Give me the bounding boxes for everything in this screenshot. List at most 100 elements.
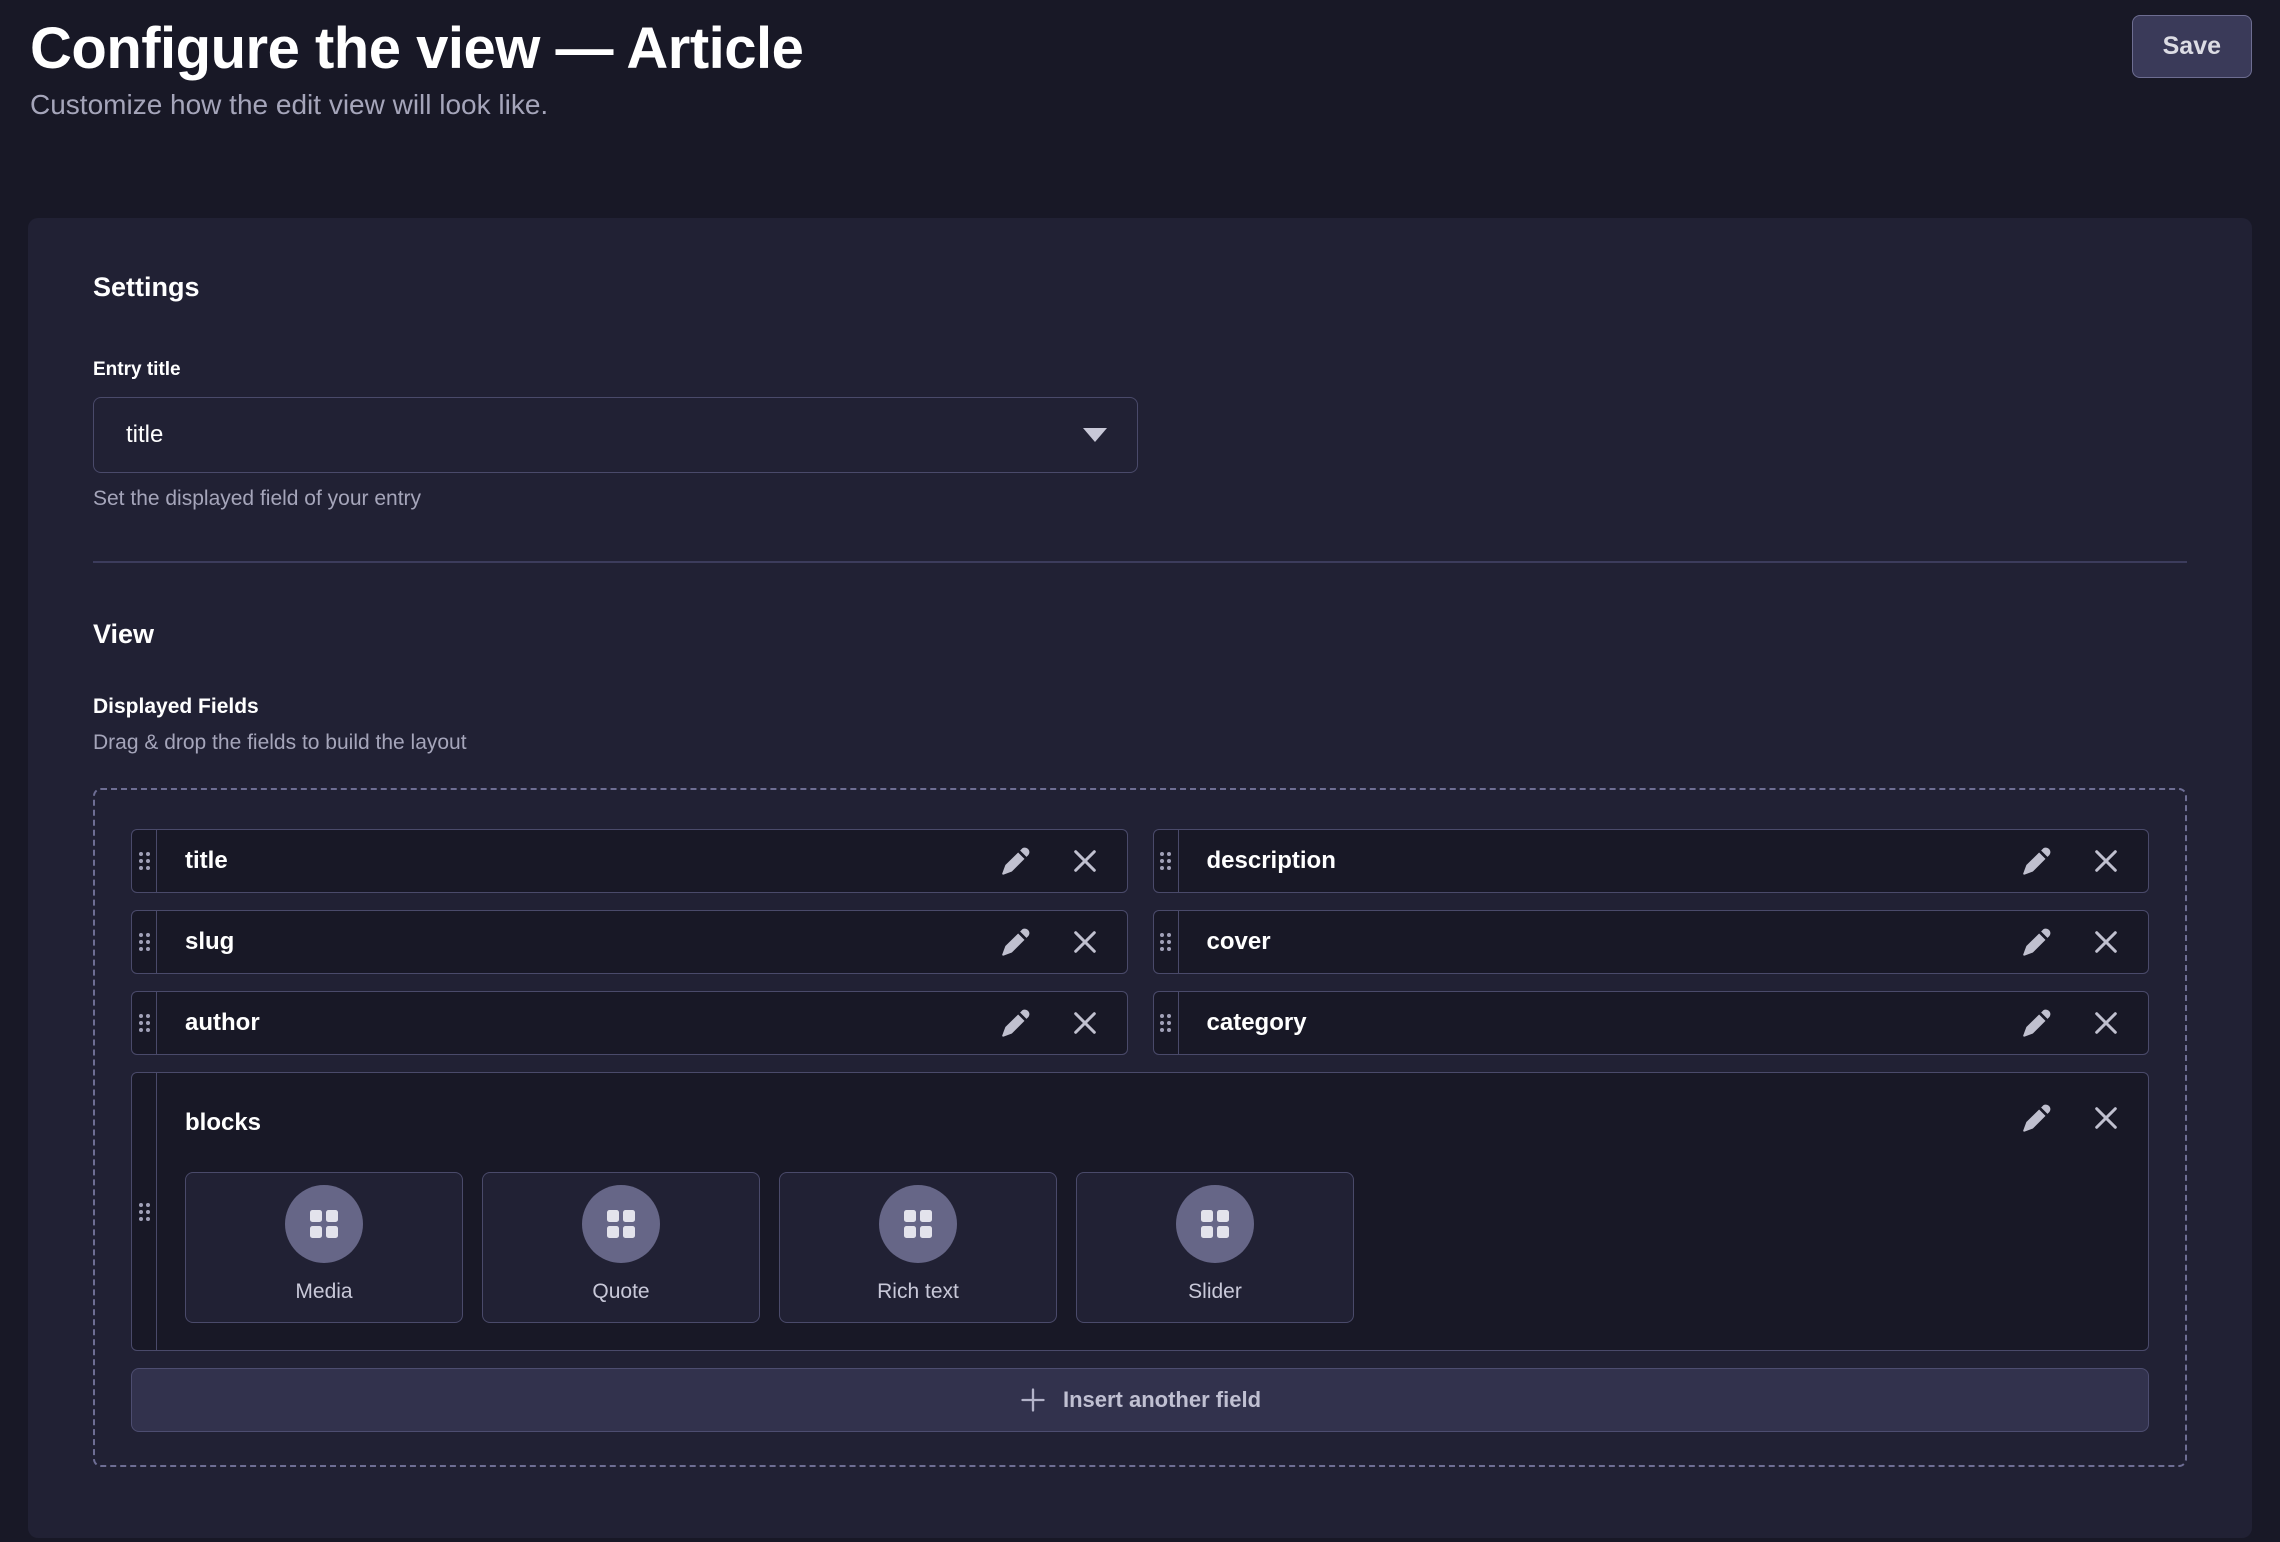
insert-another-field-button[interactable]: Insert another field [131, 1368, 2149, 1432]
drag-handle[interactable] [1154, 911, 1179, 973]
fields-grid: title [131, 829, 2149, 1055]
component-label: Media [295, 1280, 352, 1304]
component-label: Rich text [877, 1280, 959, 1304]
component-card: Slider [1076, 1172, 1354, 1323]
pencil-icon [999, 925, 1033, 959]
field-actions [2016, 992, 2148, 1054]
drag-handle-dots-icon [1158, 931, 1173, 953]
pencil-icon [999, 844, 1033, 878]
component-label: Slider [1188, 1280, 1242, 1304]
field-row: title [131, 829, 1128, 893]
close-icon [1069, 926, 1101, 958]
close-icon [2090, 926, 2122, 958]
drag-handle[interactable] [132, 830, 157, 892]
fields-dropzone: title [93, 788, 2187, 1467]
view-heading: View [93, 619, 2187, 650]
remove-field-button[interactable] [1065, 922, 1105, 962]
field-row: cover [1153, 910, 2150, 974]
drag-handle-dots-icon [137, 1201, 152, 1223]
edit-field-button[interactable] [995, 921, 1037, 963]
field-row: category [1153, 991, 2150, 1055]
close-icon [2090, 1102, 2122, 1134]
blocks-content: blocks [157, 1073, 2148, 1350]
field-name: author [157, 992, 995, 1054]
page-title: Configure the view — Article [30, 14, 2252, 85]
field-actions [2016, 911, 2148, 973]
settings-heading: Settings [93, 272, 2187, 303]
pencil-icon [2020, 925, 2054, 959]
blocks-grid: blocks [131, 1072, 2149, 1351]
entry-title-select-value: title [126, 421, 163, 449]
drag-handle-dots-icon [137, 850, 152, 872]
pencil-icon [2020, 1006, 2054, 1040]
remove-field-button[interactable] [2086, 841, 2126, 881]
field-name: category [1179, 992, 2017, 1054]
field-row: description [1153, 829, 2150, 893]
drag-handle[interactable] [132, 992, 157, 1054]
remove-field-button[interactable] [2086, 922, 2126, 962]
configure-view-card: Settings Entry title title Set the displ… [28, 218, 2252, 1538]
remove-field-button[interactable] [1065, 841, 1105, 881]
page-subtitle: Customize how the edit view will look li… [30, 89, 2252, 121]
field-name: description [1179, 830, 2017, 892]
field-name: slug [157, 911, 995, 973]
component-icon-badge [879, 1185, 957, 1263]
component-icon-badge [582, 1185, 660, 1263]
components-row: Media [185, 1172, 2126, 1323]
pencil-icon [999, 1006, 1033, 1040]
entry-title-hint: Set the displayed field of your entry [93, 487, 2187, 511]
component-icon-badge [285, 1185, 363, 1263]
drag-handle-dots-icon [1158, 1012, 1173, 1034]
close-icon [1069, 1007, 1101, 1039]
save-button[interactable]: Save [2132, 15, 2252, 78]
grid-icon [1199, 1208, 1231, 1240]
drag-handle-dots-icon [137, 931, 152, 953]
edit-field-button[interactable] [995, 840, 1037, 882]
field-actions [995, 992, 1127, 1054]
grid-icon [902, 1208, 934, 1240]
edit-field-button[interactable] [2016, 840, 2058, 882]
drag-handle[interactable] [1154, 992, 1179, 1054]
component-label: Quote [592, 1280, 649, 1304]
field-row: author [131, 991, 1128, 1055]
remove-field-button[interactable] [2086, 1098, 2126, 1138]
field-actions [995, 911, 1127, 973]
close-icon [2090, 845, 2122, 877]
field-actions [2016, 1097, 2126, 1139]
component-card: Media [185, 1172, 463, 1323]
drag-handle[interactable] [132, 911, 157, 973]
edit-field-button[interactable] [2016, 1097, 2058, 1139]
entry-title-select[interactable]: title [93, 397, 1138, 473]
entry-title-label: Entry title [93, 359, 2187, 381]
field-row: slug [131, 910, 1128, 974]
edit-field-button[interactable] [2016, 1002, 2058, 1044]
grid-icon [308, 1208, 340, 1240]
component-card: Rich text [779, 1172, 1057, 1323]
plus-icon [1019, 1386, 1047, 1414]
field-actions [2016, 830, 2148, 892]
insert-another-field-label: Insert another field [1063, 1387, 1261, 1413]
component-card: Quote [482, 1172, 760, 1323]
field-actions [995, 830, 1127, 892]
grid-icon [605, 1208, 637, 1240]
drag-handle-dots-icon [1158, 850, 1173, 872]
remove-field-button[interactable] [2086, 1003, 2126, 1043]
drag-handle-dots-icon [137, 1012, 152, 1034]
displayed-fields-label: Displayed Fields [93, 695, 2187, 719]
component-icon-badge [1176, 1185, 1254, 1263]
close-icon [1069, 845, 1101, 877]
section-divider [93, 561, 2187, 563]
blocks-field-row: blocks [131, 1072, 2149, 1351]
pencil-icon [2020, 844, 2054, 878]
drag-handle[interactable] [1154, 830, 1179, 892]
drag-handle[interactable] [132, 1073, 157, 1350]
field-name: title [157, 830, 995, 892]
page-header: Configure the view — Article Customize h… [0, 0, 2280, 190]
edit-field-button[interactable] [995, 1002, 1037, 1044]
edit-field-button[interactable] [2016, 921, 2058, 963]
pencil-icon [2020, 1101, 2054, 1135]
displayed-fields-hint: Drag & drop the fields to build the layo… [93, 731, 2187, 755]
close-icon [2090, 1007, 2122, 1039]
chevron-down-icon [1083, 428, 1107, 442]
remove-field-button[interactable] [1065, 1003, 1105, 1043]
